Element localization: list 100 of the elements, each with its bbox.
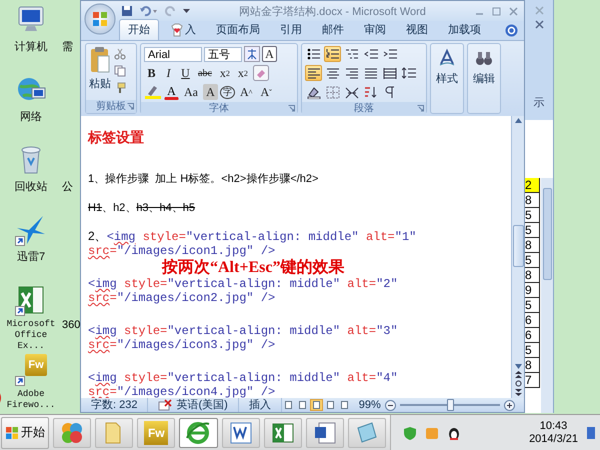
ribbon-tab[interactable]: 开始 (119, 19, 159, 40)
ribbon-tab[interactable]: 视图 (397, 19, 437, 40)
highlighter-icon[interactable] (144, 84, 162, 100)
taskbar-app-button[interactable] (179, 418, 218, 448)
align-center-icon (326, 66, 340, 80)
taskbar-app-button[interactable] (306, 418, 344, 448)
table-cell: 8 (525, 193, 540, 208)
decrease-indent-icon (364, 48, 378, 60)
format-button[interactable]: A (203, 84, 218, 100)
code-line: src="/images/icon2.jpg" /> (88, 291, 276, 305)
arrow-down-icon[interactable] (514, 364, 522, 369)
format-button[interactable]: abc (195, 65, 215, 81)
paragraph-format-button[interactable] (324, 46, 341, 62)
ribbon-tab[interactable]: 页面布局 (207, 19, 269, 40)
ribbon-tab[interactable]: 入 (161, 19, 205, 40)
font-name-field[interactable]: Arial (144, 46, 202, 62)
eraser-icon[interactable] (252, 65, 269, 81)
line-spacing-icon (402, 66, 416, 80)
taskbar-app-button[interactable] (53, 418, 92, 448)
scissors-icon[interactable] (114, 48, 126, 60)
maximize-icon[interactable] (492, 6, 501, 16)
format-button[interactable]: A (262, 46, 277, 62)
paragraph-format-button[interactable] (305, 46, 322, 62)
paint-bucket-icon (306, 86, 320, 98)
multilevel-list-icon (344, 48, 358, 60)
ribbon-tab[interactable]: 引用 (271, 19, 311, 40)
dialog-launcher-icon[interactable] (288, 105, 295, 112)
desktop-icon-label[interactable]: 迅雷7 (16, 249, 46, 264)
desktop-icon-label[interactable]: Microsoft Office Ex... (4, 319, 58, 352)
table-cell: 8 (525, 238, 540, 253)
insert-mode[interactable]: 插入 (238, 398, 282, 412)
format-button[interactable]: B (144, 65, 159, 81)
scrollbar[interactable] (541, 178, 553, 413)
taskbar-app-button[interactable] (348, 418, 386, 448)
browse-object-icon[interactable] (514, 380, 522, 387)
close-icon[interactable] (509, 6, 518, 16)
table-cell: 5 (525, 343, 540, 358)
view-button[interactable] (310, 399, 323, 411)
taskbar-app-button[interactable] (264, 418, 302, 448)
dialog-launcher-icon[interactable] (417, 105, 424, 112)
zoom-percent[interactable]: 99% (358, 399, 381, 411)
show-desktop-icon[interactable] (586, 426, 596, 440)
code-line: src="/images/icon3.jpg" /> (88, 338, 276, 352)
arrow-up-icon[interactable] (514, 118, 522, 123)
paragraph-mark-icon (382, 86, 396, 98)
format-button[interactable]: I (161, 65, 176, 81)
desktop-icon-label[interactable]: Adobe Firewo... (4, 389, 58, 411)
ribbon-tab[interactable]: 审阅 (355, 19, 395, 40)
desktop-icon-label[interactable]: 需 (62, 41, 73, 53)
group-label: 字体 (209, 102, 229, 115)
help-icon[interactable] (505, 24, 518, 37)
align-left-icon (306, 66, 320, 80)
code-line: src="/images/icon4.jpg" /> (88, 385, 276, 398)
desktop-icon-label[interactable]: 网络 (20, 109, 42, 124)
paragraph-text: 1、操作步骤 加上 H标签。<h2>操作步骤</h2> (88, 172, 320, 187)
table-cell: 6 (525, 328, 540, 343)
desktop-icon-label[interactable]: 360 (62, 319, 80, 331)
browser-icon (185, 420, 212, 446)
desktop-icon-label[interactable]: 公 (62, 181, 73, 193)
code-line: <img style="vertical-align: middle" alt="3" (88, 324, 399, 338)
paragraph-format-button[interactable] (381, 65, 398, 81)
sort-icon (364, 86, 378, 98)
caret-icon[interactable] (183, 8, 190, 14)
save-icon[interactable] (121, 5, 133, 17)
next-page-icon[interactable] (514, 389, 522, 396)
ribbon-tab[interactable]: 加载项 (439, 19, 490, 40)
ribbon-tab[interactable]: 邮件 (313, 19, 353, 40)
shield-icon[interactable] (403, 426, 418, 440)
word-count[interactable]: 字数: 232 (81, 398, 148, 412)
close-icon (534, 20, 544, 29)
start-button[interactable]: 开始 (1, 416, 49, 448)
vertical-scrollbar[interactable] (511, 116, 524, 398)
paragraph-format-button[interactable] (400, 65, 417, 81)
paragraph-format-button[interactable] (305, 65, 322, 81)
format-button[interactable]: U (178, 65, 193, 81)
caption-text: 按两次“Alt+Esc”键的效果 (162, 258, 344, 277)
language-status[interactable]: 英语(美国) (148, 398, 239, 412)
paste-button[interactable]: 粘贴 (89, 46, 111, 98)
format-button[interactable]: Aa (181, 84, 201, 100)
bird-icon[interactable] (15, 214, 47, 246)
zoom-in-icon[interactable] (504, 400, 515, 410)
font-size-field[interactable]: 五号 (204, 46, 242, 62)
undo-icon[interactable] (139, 5, 159, 17)
penguin-icon[interactable] (447, 426, 462, 440)
zoom-slider-thumb[interactable] (446, 399, 454, 411)
numbered-list-icon (326, 48, 340, 60)
taskbar-app-button[interactable] (222, 418, 260, 448)
zoom-out-icon[interactable] (384, 400, 396, 410)
justify-icon (364, 66, 378, 80)
scroll-thumb[interactable] (542, 188, 552, 280)
format-button[interactable]: 字 (220, 86, 235, 98)
paragraph-format-button[interactable] (362, 84, 379, 100)
code-line: 2、<img style="vertical-align: middle" alt="1" (88, 229, 418, 244)
desktop-icon-label[interactable]: 计算机 (14, 39, 48, 54)
scroll-thumb[interactable] (512, 225, 524, 267)
previous-page-icon[interactable] (514, 371, 522, 378)
dialog-launcher-icon[interactable] (127, 103, 134, 110)
desktop-icon-label[interactable]: 回收站 (14, 179, 48, 194)
copy-icon[interactable] (114, 65, 126, 77)
phonetic-guide-icon[interactable] (244, 46, 260, 62)
